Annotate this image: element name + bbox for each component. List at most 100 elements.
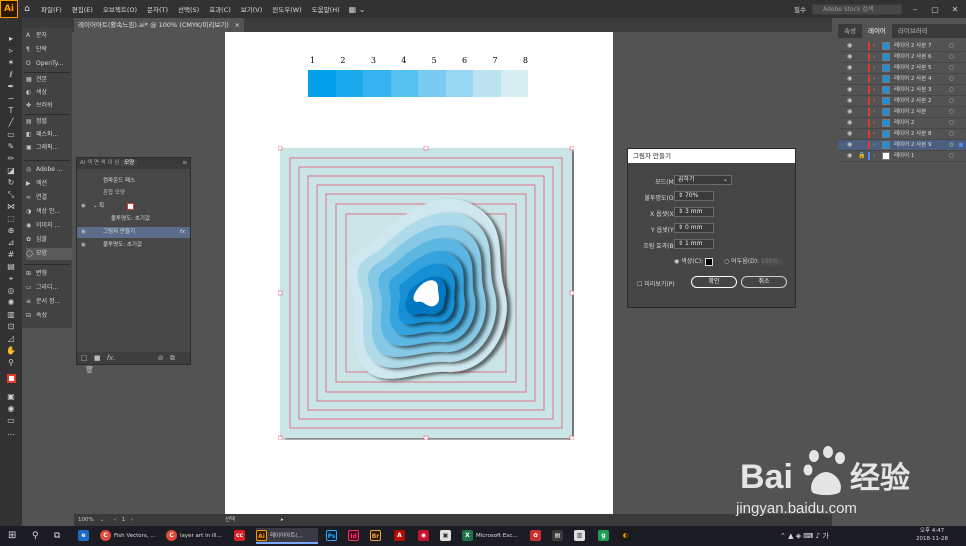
app-icon-7[interactable]: ◐ [620, 528, 634, 544]
panel-links[interactable]: ∞ 연결 [26, 192, 72, 204]
perspective-grid-tool-icon[interactable]: ⊿ [5, 238, 17, 248]
target-icon[interactable]: ○ [949, 85, 954, 96]
swatch-2[interactable] [335, 70, 363, 97]
panel-swatches[interactable]: ▦ 견본 [26, 74, 72, 86]
preview-checkbox[interactable]: ☐ 미리보기(P) [637, 279, 675, 288]
search-stock-input[interactable]: Adobe Stock 검색 [812, 3, 902, 15]
magic-wand-tool-icon[interactable]: ✶ [5, 58, 17, 68]
workspace-switcher[interactable]: 필수 [794, 4, 806, 14]
chevron-right-icon[interactable]: › [873, 129, 875, 140]
layer-row-selected[interactable]: ◉ › 레이어 2 사본 9 ◎ [838, 140, 966, 151]
duplicate-item-icon[interactable]: ⧉ [170, 354, 175, 362]
menu-help[interactable]: 도움말(H) [307, 4, 345, 14]
stroke-none-swatch-icon[interactable] [127, 203, 134, 210]
chevron-right-icon[interactable]: › [873, 63, 875, 74]
rotate-tool-icon[interactable]: ↻ [5, 178, 17, 188]
add-effect-button[interactable]: fx. [107, 354, 116, 362]
home-icon[interactable]: ⌂ [18, 4, 36, 14]
target-icon[interactable]: ○ [949, 118, 954, 129]
color-mode-icon[interactable]: ▣ [5, 392, 17, 402]
layer-row[interactable]: ◉ 🔒 › 레이어 1 ○ [838, 151, 966, 162]
new-stroke-icon[interactable]: □ [81, 354, 88, 362]
close-icon[interactable]: ✕ [948, 5, 962, 14]
app-icon[interactable]: ◉ [418, 528, 432, 544]
bridge-icon[interactable]: Br [370, 528, 384, 544]
direct-selection-tool-icon[interactable]: ▹ [5, 46, 17, 56]
taskbar-item-excel[interactable]: X Microsoft Exc... [462, 528, 524, 544]
hand-tool-icon[interactable]: ✋ [5, 346, 17, 356]
menu-file[interactable]: 파일(F) [36, 4, 67, 14]
taskbar-item-chrome-1[interactable]: C Fish Vectors, ... [100, 528, 160, 544]
menu-select[interactable]: 선택(S) [173, 4, 204, 14]
menu-edit[interactable]: 편집(E) [67, 4, 98, 14]
stepper-icon[interactable]: ⇕ [678, 240, 685, 247]
chevron-right-icon[interactable]: › [873, 74, 875, 85]
blend-tool-icon[interactable]: ◎ [5, 286, 17, 296]
panel-gradient[interactable]: ▭ 그라디... [26, 282, 72, 294]
chevron-right-icon[interactable]: › [873, 151, 875, 162]
type-tool-icon[interactable]: T [5, 106, 17, 116]
appearance-row-opacity-2[interactable]: ◉ 불투명도: 초기값 [77, 240, 190, 251]
system-clock[interactable]: 오후 4:47 2018-11-28 [916, 527, 948, 543]
chevron-down-icon[interactable]: ⌄ [93, 201, 98, 212]
symbol-sprayer-tool-icon[interactable]: ✺ [5, 298, 17, 308]
shape-builder-tool-icon[interactable]: ⊕ [5, 226, 17, 236]
darkness-option[interactable]: ○ 어두움(D): 100% [724, 256, 783, 266]
pen-tool-icon[interactable]: ✒ [5, 82, 17, 92]
swatch-8[interactable] [500, 70, 528, 97]
maximize-icon[interactable]: ▢ [928, 5, 942, 14]
panel-character[interactable]: A 문자 [26, 30, 72, 42]
appearance-row-stroke[interactable]: ◉ ⌄ 획 [77, 201, 190, 212]
chevron-right-icon[interactable]: › [873, 41, 875, 52]
fx-icon[interactable]: fx [180, 227, 185, 238]
panel-paragraph[interactable]: ¶ 단락 [26, 44, 72, 56]
width-tool-icon[interactable]: ⋈ [5, 202, 17, 212]
taskbar-item-chrome-2[interactable]: Clayer art in ill... [166, 528, 228, 544]
eye-icon[interactable]: ◉ [847, 52, 852, 63]
target-icon[interactable]: ○ [949, 107, 954, 118]
lock-icon[interactable]: 🔒 [858, 151, 865, 162]
chevron-down-icon[interactable]: ⌄ [99, 517, 104, 523]
tab-1[interactable]: 색 [87, 160, 92, 166]
stepper-icon[interactable]: ⇕ [678, 208, 685, 215]
tab-layers[interactable]: 레이어 [861, 24, 892, 38]
chevron-right-icon[interactable]: › [873, 118, 875, 129]
tab-libraries[interactable]: 라이브러리 [892, 24, 934, 38]
app-icon-6[interactable]: g [598, 528, 612, 544]
tab-appearance[interactable]: 모양 [121, 160, 138, 166]
screen-mode-icon[interactable]: ▭ [5, 416, 17, 426]
panel-actions[interactable]: ▶ 액션 [26, 178, 72, 190]
radio-checked-icon[interactable]: ◉ [674, 258, 679, 265]
eye-icon[interactable]: ◉ [847, 140, 852, 151]
panel-brushes[interactable]: ✤ 브러쉬 [26, 100, 72, 112]
panel-symbols[interactable]: ✿ 심볼 [26, 234, 72, 246]
artboard-tool-icon[interactable]: ⊡ [5, 322, 17, 332]
tab-5[interactable]: 심 [114, 160, 119, 166]
stepper-icon[interactable]: ⇕ [678, 192, 685, 199]
prev-artboard-icon[interactable]: ‹ [114, 517, 116, 523]
column-graph-tool-icon[interactable]: ▥ [5, 310, 17, 320]
eye-icon[interactable]: ◉ [847, 63, 852, 74]
tab-properties[interactable]: 속성 [838, 24, 862, 38]
menu-view[interactable]: 보기(V) [236, 4, 267, 14]
panel-document-info[interactable]: ≡ 문서 정... [26, 296, 72, 308]
swatch-3[interactable] [363, 70, 391, 97]
next-artboard-icon[interactable]: › [131, 517, 133, 523]
target-icon[interactable]: ◎ [949, 140, 954, 151]
photoshop-icon[interactable]: Ps [326, 528, 340, 544]
panel-pathfinder[interactable]: ◧ 패스파... [26, 129, 72, 141]
panel-color-guide[interactable]: ◑ 색상 안... [26, 206, 72, 218]
layer-row[interactable]: ◉ › 레이어 2 사본 8 ○ [838, 129, 966, 140]
target-icon[interactable]: ○ [949, 41, 954, 52]
mesh-tool-icon[interactable]: # [5, 250, 17, 260]
scale-tool-icon[interactable]: ⤡ [5, 190, 17, 200]
eye-icon[interactable]: ◉ [847, 151, 852, 162]
panel-adobe-color[interactable]: ◎ Adobe ... [26, 164, 72, 176]
system-tray-icons[interactable]: ⌃ ▲ ◈ ⌨ ♪ 가 [780, 528, 829, 544]
eye-icon[interactable]: ◉ [847, 96, 852, 107]
app-icon-4[interactable]: ▤ [552, 528, 566, 544]
shadow-color-swatch[interactable] [705, 257, 714, 266]
taskbar-item-illustrator[interactable]: Ai 레이어아트(... [256, 528, 318, 544]
selection-tool-icon[interactable]: ▸ [5, 34, 17, 44]
lasso-tool-icon[interactable]: ℓ [5, 70, 17, 80]
